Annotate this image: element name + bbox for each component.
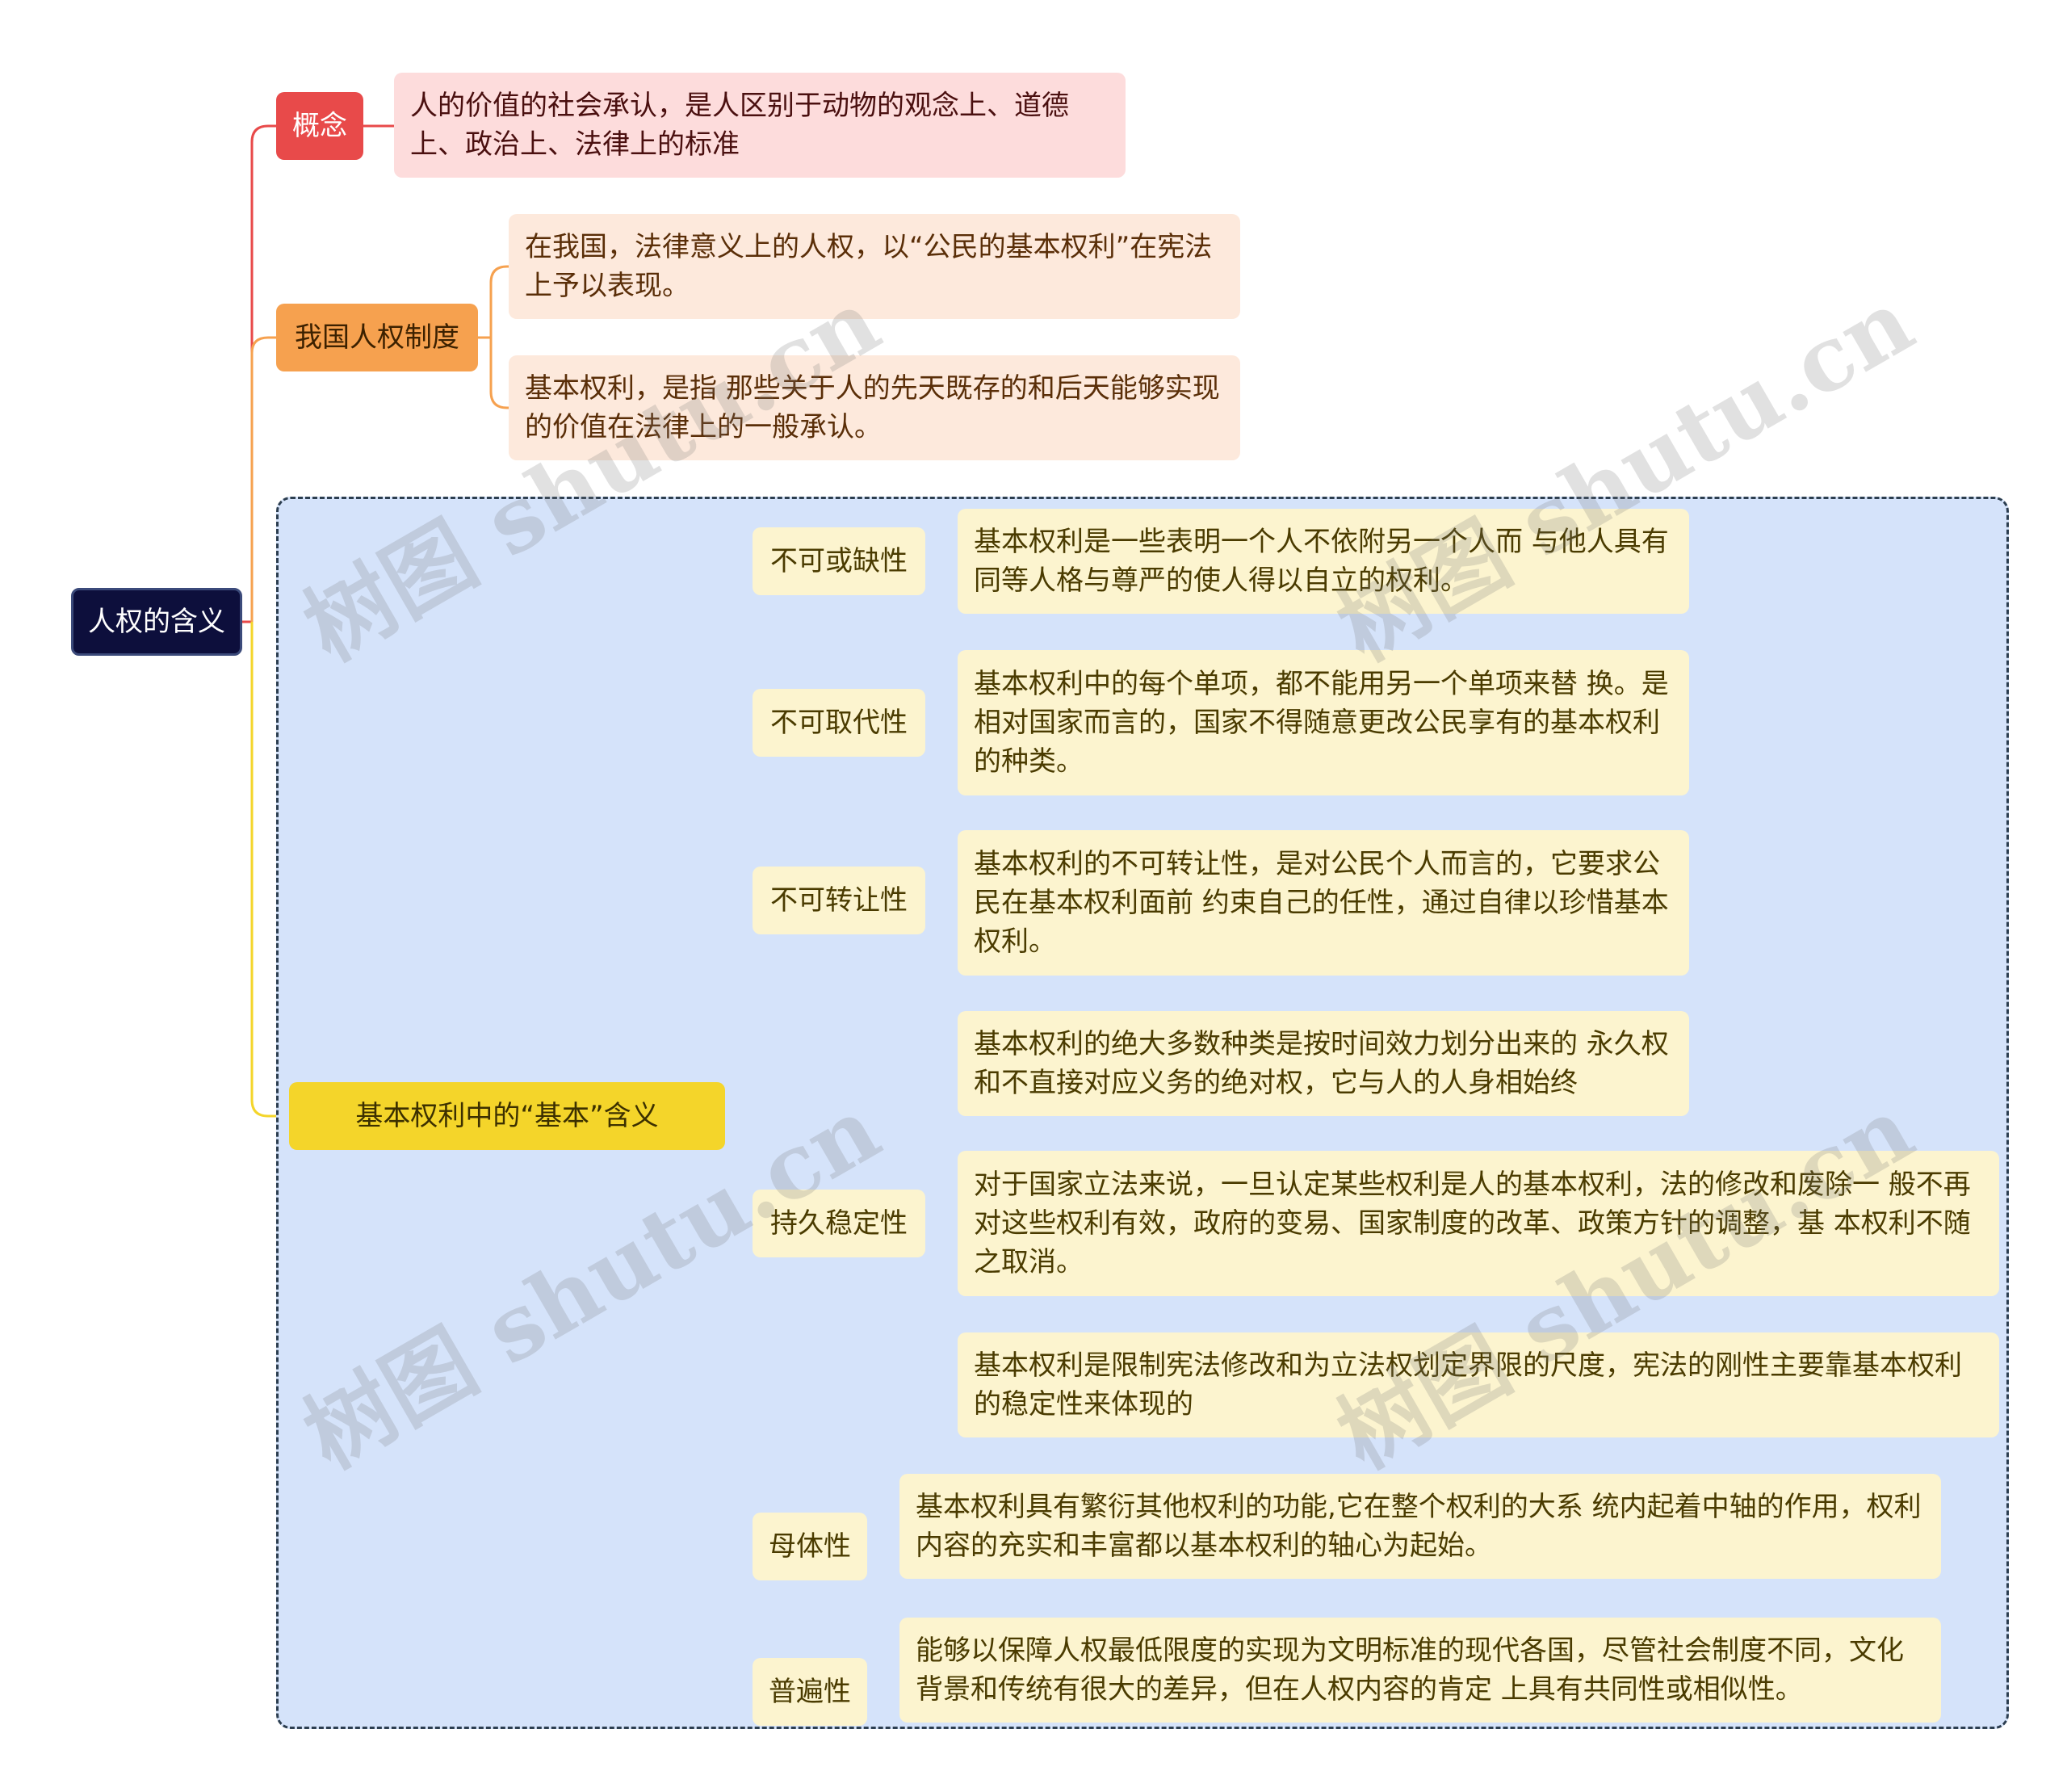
concept-label: 概念 — [292, 110, 347, 142]
link-system-text1 — [478, 265, 509, 339]
description-text: 对于国家立法来说，一旦认定某些权利是人的基本权利，法的修改和废除一 般不再对这些… — [974, 1169, 1971, 1278]
concept-text-node[interactable]: 人的价值的社会承认，是人区别于动物的观念上、道德上、政治上、法律上的标准 — [394, 73, 1126, 178]
description-text: 基本权利中的每个单项，都不能用另一个单项来替 换。是相对国家而言的，国家不得随意… — [974, 668, 1669, 778]
feature-description[interactable]: 基本权利是限制宪法修改和为立法权划定界限的尺度，宪法的刚性主要靠基本权利的稳定性… — [958, 1332, 1999, 1437]
system-text: 基本权利，是指 那些关于人的先天既存的和后天能够实现的价值在法律上的一般承认。 — [525, 372, 1220, 443]
root-node[interactable]: 人权的含义 — [71, 588, 242, 656]
system-text-node[interactable]: 在我国，法律意义上的人权，以“公民的基本权利”在宪法上予以表现。 — [509, 214, 1240, 319]
description-text: 基本权利的不可转让性，是对公民个人而言的，它要求公民在基本权利面前 约束自己的任… — [974, 848, 1669, 958]
feature-node[interactable]: 不可或缺性 — [753, 527, 925, 595]
description-text: 基本权利是一些表明一个人不依附另一个人而 与他人具有同等人格与尊严的使人得以自立… — [974, 526, 1669, 597]
feature-node[interactable]: 普遍性 — [753, 1658, 867, 1726]
mindmap-canvas: 人权的含义 概念 人的价值的社会承认，是人区别于动物的观念上、道德上、政治上、法… — [0, 0, 2067, 1792]
description-text: 基本权利的绝大多数种类是按时间效力划分出来的 永久权和不直接对应义务的绝对权，它… — [974, 1028, 1669, 1099]
system-node[interactable]: 我国人权制度 — [276, 304, 478, 371]
feature-description[interactable]: 基本权利的不可转让性，是对公民个人而言的，它要求公民在基本权利面前 约束自己的任… — [958, 830, 1689, 976]
feature-label: 母体性 — [769, 1530, 851, 1563]
description-text: 基本权利是限制宪法修改和为立法权划定界限的尺度，宪法的刚性主要靠基本权利的稳定性… — [974, 1349, 1962, 1421]
system-text: 在我国，法律意义上的人权，以“公民的基本权利”在宪法上予以表现。 — [525, 231, 1213, 302]
concept-node[interactable]: 概念 — [276, 92, 363, 160]
link-root-system — [250, 336, 276, 622]
system-label: 我国人权制度 — [295, 321, 459, 354]
system-text-node[interactable]: 基本权利，是指 那些关于人的先天既存的和后天能够实现的价值在法律上的一般承认。 — [509, 355, 1240, 460]
feature-description[interactable]: 基本权利中的每个单项，都不能用另一个单项来替 换。是相对国家而言的，国家不得随意… — [958, 650, 1689, 795]
feature-description[interactable]: 基本权利具有繁衍其他权利的功能,它在整个权利的大系 统内起着中轴的作用，权利内容… — [899, 1474, 1941, 1579]
feature-description[interactable]: 基本权利是一些表明一个人不依附另一个人而 与他人具有同等人格与尊严的使人得以自立… — [958, 509, 1689, 614]
feature-description[interactable]: 基本权利的绝大多数种类是按时间效力划分出来的 永久权和不直接对应义务的绝对权，它… — [958, 1011, 1689, 1116]
feature-node[interactable]: 母体性 — [753, 1513, 867, 1580]
description-text: 能够以保障人权最低限度的实现为文明标准的现代各国，尽管社会制度不同，文化背景和传… — [916, 1635, 1904, 1706]
feature-label: 普遍性 — [769, 1676, 851, 1708]
feature-node[interactable]: 不可转让性 — [753, 867, 925, 934]
link-root-concept — [242, 124, 276, 623]
link-system-text2 — [489, 338, 509, 409]
feature-label: 持久稳定性 — [770, 1207, 908, 1240]
basic-node[interactable]: 基本权利中的“基本”含义 — [289, 1082, 725, 1150]
basic-label: 基本权利中的“基本”含义 — [355, 1100, 659, 1132]
concept-text: 人的价值的社会承认，是人区别于动物的观念上、道德上、政治上、法律上的标准 — [410, 90, 1069, 161]
feature-node[interactable]: 不可取代性 — [753, 689, 925, 757]
feature-label: 不可取代性 — [770, 707, 908, 739]
feature-description[interactable]: 对于国家立法来说，一旦认定某些权利是人的基本权利，法的修改和废除一 般不再对这些… — [958, 1151, 1999, 1296]
description-text: 基本权利具有繁衍其他权利的功能,它在整个权利的大系 统内起着中轴的作用，权利内容… — [916, 1491, 1922, 1562]
feature-node[interactable]: 持久稳定性 — [753, 1190, 925, 1257]
feature-description[interactable]: 能够以保障人权最低限度的实现为文明标准的现代各国，尽管社会制度不同，文化背景和传… — [899, 1618, 1941, 1723]
feature-label: 不可转让性 — [770, 884, 908, 917]
feature-label: 不可或缺性 — [770, 545, 908, 577]
root-label: 人权的含义 — [88, 606, 225, 638]
